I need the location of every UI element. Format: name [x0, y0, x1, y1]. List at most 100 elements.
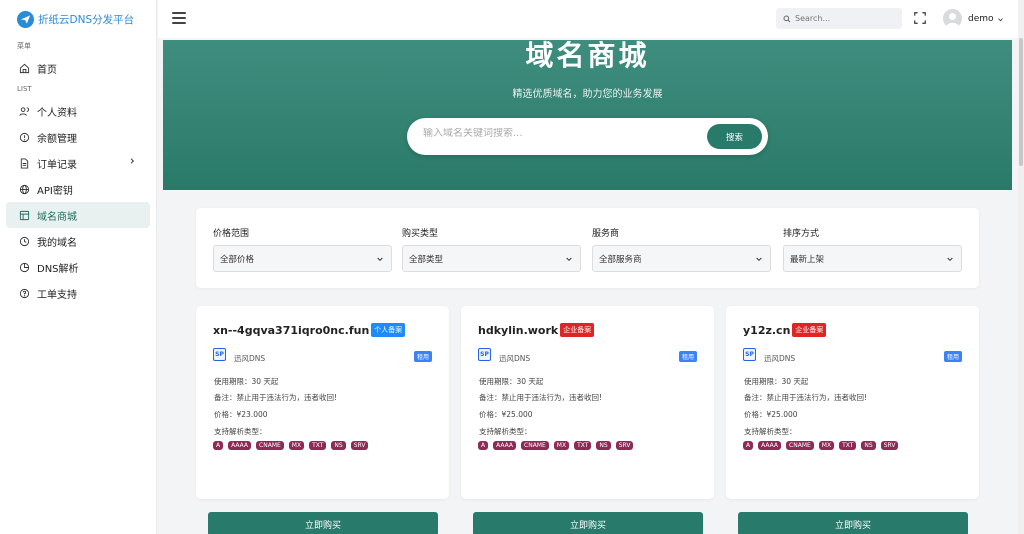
chevron-down-icon	[565, 255, 573, 266]
alert-circle-icon	[18, 131, 30, 143]
record-badge: NS	[596, 441, 611, 450]
brand[interactable]: 折纸云DNS分发平台	[0, 0, 156, 38]
sidebar: 折纸云DNS分发平台 菜单 首页 LIST 个人资料 余额管理 订单记录 API…	[0, 0, 157, 534]
brand-name: 折纸云DNS分发平台	[38, 13, 135, 26]
filter-price: 价格范围 全部价格	[213, 226, 392, 272]
filter-provider: 服务商 全部服务商	[592, 226, 771, 272]
top-search[interactable]	[776, 8, 902, 29]
provider-name: 迅风DNS	[764, 354, 796, 363]
domain-search-input[interactable]	[423, 128, 693, 139]
record-badge: SRV	[350, 441, 369, 450]
sidebar-item-support[interactable]: 工单支持	[6, 280, 150, 306]
record-badge: MX	[818, 441, 835, 450]
sidebar-item-api-key[interactable]: API密钥	[6, 176, 150, 202]
records-label: 支持解析类型：	[214, 427, 267, 436]
record-types: A AAAA CNAME MX TXT NS SRV	[743, 441, 903, 450]
sidebar-item-label: 余额管理	[37, 133, 77, 145]
filter-label: 排序方式	[783, 229, 820, 239]
filter-label: 价格范围	[213, 229, 250, 239]
clock-icon	[18, 235, 30, 247]
buy-button[interactable]: 立即购买	[738, 512, 968, 534]
record-badge: SRV	[880, 441, 899, 450]
sidebar-item-label: 工单支持	[37, 289, 77, 301]
domain-card: y12z.cn 企业备案 SP 迅风DNS 租用 使用期限：30 天起 备注：禁…	[726, 306, 979, 499]
domain-name: y12z.cn	[743, 323, 791, 337]
rent-tag: 租用	[678, 351, 697, 362]
fullscreen-icon[interactable]	[913, 11, 927, 25]
sidebar-item-balance[interactable]: 余额管理	[6, 124, 150, 150]
sidebar-item-label: 订单记录	[37, 159, 77, 171]
period-text: 使用期限：30 天起	[744, 377, 809, 386]
user-name: demo	[968, 13, 994, 24]
sidebar-item-label: DNS解析	[37, 263, 79, 275]
buy-button[interactable]: 立即购买	[473, 512, 703, 534]
record-badge: SRV	[615, 441, 634, 450]
filter-sort: 排序方式 最新上架	[783, 226, 962, 272]
period-text: 使用期限：30 天起	[214, 377, 279, 386]
filter-label: 服务商	[592, 229, 620, 239]
record-badge: A	[743, 441, 754, 450]
scrollbar-thumb[interactable]	[1019, 38, 1023, 166]
record-types: A AAAA CNAME MX TXT NS SRV	[213, 441, 373, 450]
note-text: 备注：禁止用于违法行为，违者收回!	[744, 393, 868, 402]
provider-name: 迅风DNS	[234, 354, 266, 363]
record-badge: A	[213, 441, 224, 450]
sidebar-item-label: API密钥	[37, 185, 73, 197]
record-badge: NS	[861, 441, 876, 450]
select-value: 全部服务商	[599, 254, 642, 265]
chevron-down-icon	[376, 255, 384, 266]
sidebar-item-orders[interactable]: 订单记录	[6, 150, 150, 176]
sidebar-item-label: 域名商城	[37, 211, 77, 223]
records-label: 支持解析类型：	[479, 427, 532, 436]
buy-button[interactable]: 立即购买	[208, 512, 438, 534]
hero-banner: 域名商城 精选优质域名，助力您的业务发展 搜索	[163, 40, 1012, 190]
record-types: A AAAA CNAME MX TXT NS SRV	[478, 441, 638, 450]
record-badge: CNAME	[521, 441, 549, 450]
card-title: hdkylin.work 企业备案	[478, 323, 595, 337]
users-icon	[18, 105, 30, 117]
search-button[interactable]: 搜索	[707, 124, 762, 149]
sort-select[interactable]: 最新上架	[783, 245, 962, 272]
page-scrollbar[interactable]	[1018, 0, 1024, 534]
sidebar-item-my-domains[interactable]: 我的域名	[6, 228, 150, 254]
search-input[interactable]	[795, 14, 895, 23]
record-badge: TXT	[839, 441, 857, 450]
sp-icon: SP	[213, 348, 226, 361]
price-text: 价格：¥25.000	[479, 410, 533, 419]
file-icon	[18, 157, 30, 169]
chevron-down-icon	[946, 255, 954, 266]
filing-badge: 企业备案	[560, 323, 595, 337]
price-text: 价格：¥23.000	[214, 410, 268, 419]
domain-search: 搜索	[407, 118, 768, 155]
price-select[interactable]: 全部价格	[213, 245, 392, 272]
topbar: demo	[158, 0, 1024, 38]
home-icon	[18, 62, 30, 74]
record-badge: AAAA	[493, 441, 517, 450]
record-badge: TXT	[574, 441, 592, 450]
sidebar-item-domain-store[interactable]: 域名商城	[6, 202, 150, 228]
paper-plane-logo-icon	[17, 10, 34, 28]
layout-icon	[18, 209, 30, 221]
sidebar-item-label: 我的域名	[37, 237, 77, 249]
sidebar-item-profile[interactable]: 个人资料	[6, 98, 150, 124]
type-select[interactable]: 全部类型	[402, 245, 581, 272]
hero-title: 域名商城	[525, 40, 650, 72]
sidebar-item-home[interactable]: 首页	[6, 55, 150, 81]
sidebar-item-dns[interactable]: DNS解析	[6, 254, 150, 280]
user-menu[interactable]: demo	[943, 9, 1004, 28]
record-badge: A	[478, 441, 489, 450]
chevron-right-icon	[128, 157, 136, 168]
select-value: 全部价格	[220, 254, 255, 265]
chevron-down-icon	[755, 255, 763, 266]
record-badge: TXT	[309, 441, 327, 450]
record-badge: AAAA	[228, 441, 252, 450]
menu-toggle-icon[interactable]	[172, 12, 186, 24]
select-value: 最新上架	[790, 254, 825, 265]
help-circle-icon	[18, 287, 30, 299]
provider-select[interactable]: 全部服务商	[592, 245, 771, 272]
domain-card: hdkylin.work 企业备案 SP 迅风DNS 租用 使用期限：30 天起…	[461, 306, 714, 499]
period-text: 使用期限：30 天起	[479, 377, 544, 386]
sp-icon: SP	[478, 348, 491, 361]
note-text: 备注：禁止用于违法行为，违者收回!	[479, 393, 603, 402]
sidebar-item-label: 首页	[37, 64, 57, 76]
